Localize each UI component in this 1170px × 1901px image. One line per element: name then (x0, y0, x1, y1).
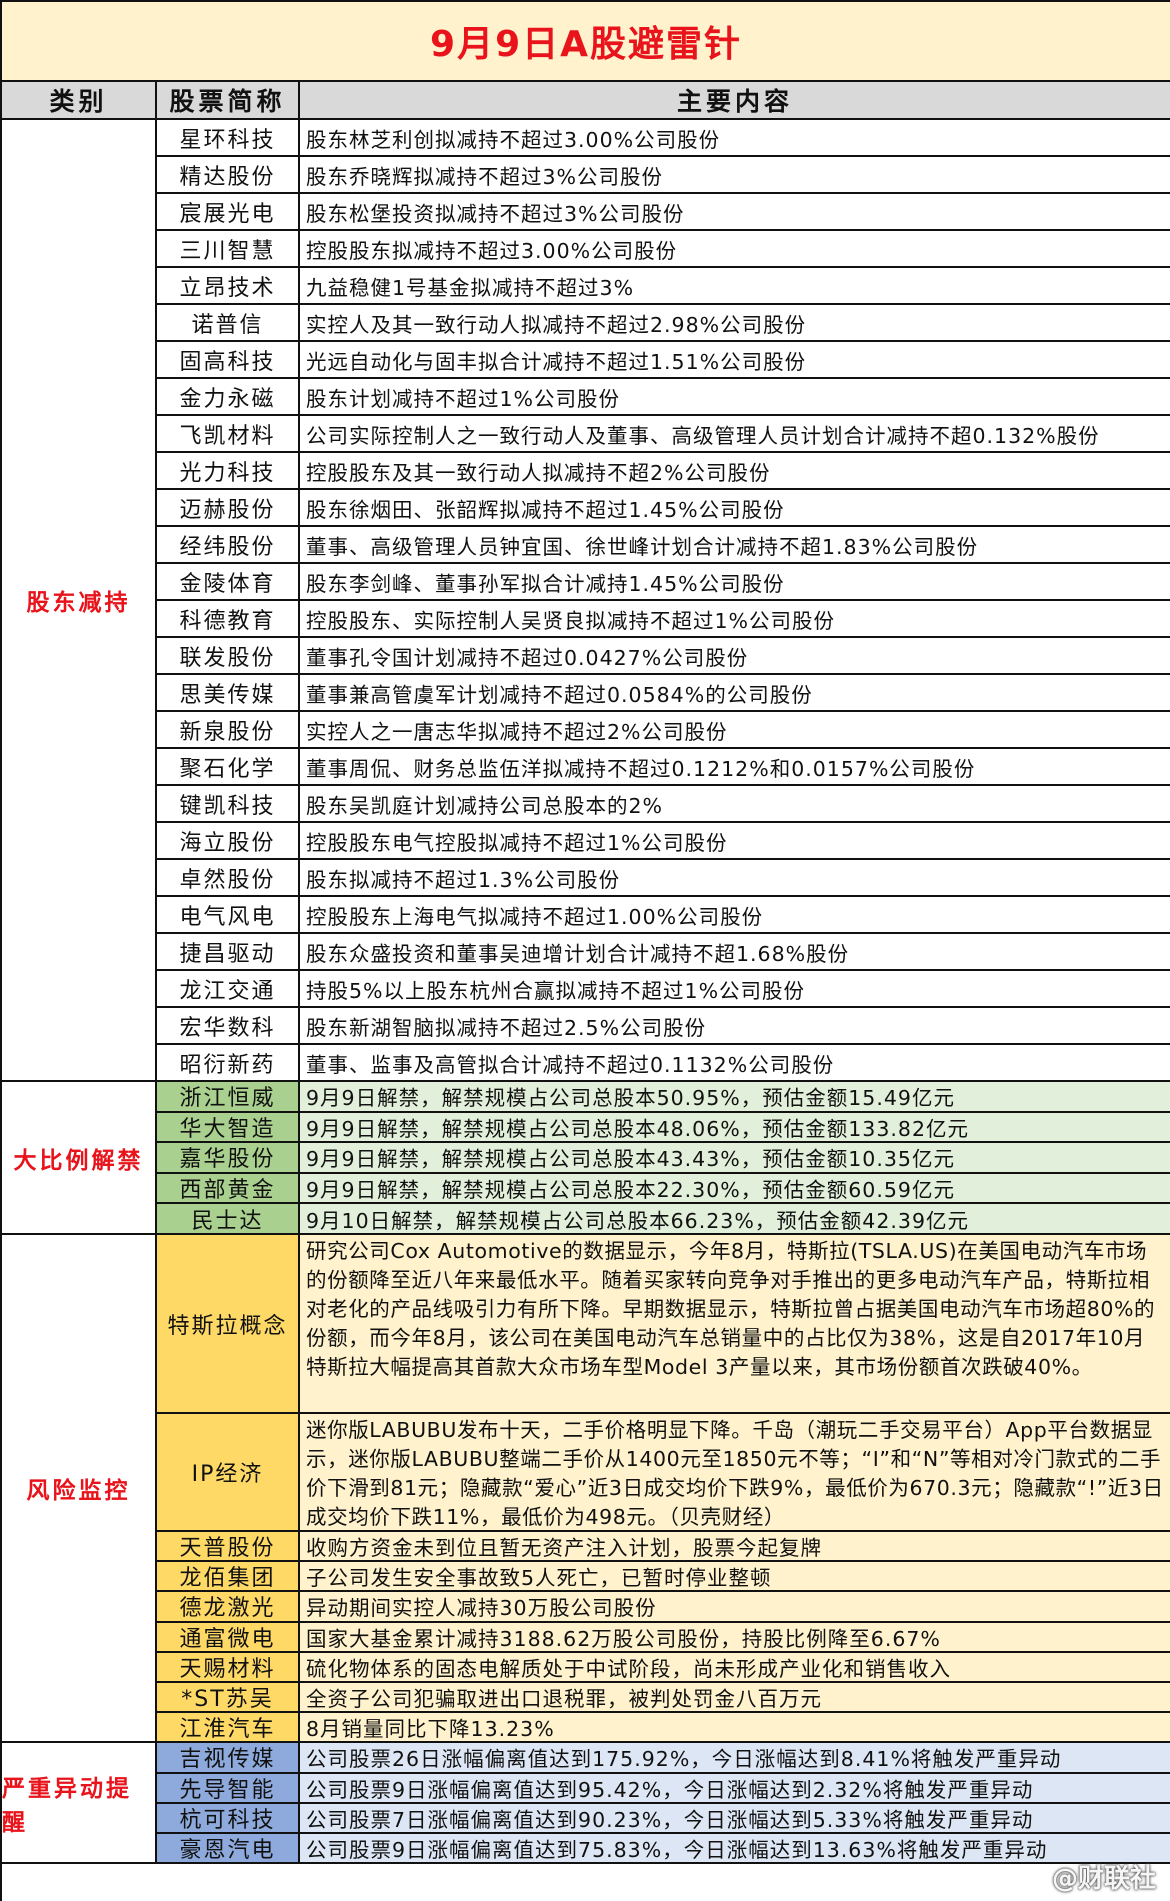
stock-name: 江淮汽车 (157, 1713, 300, 1744)
stock-name: 捷昌驱动 (157, 934, 300, 971)
row-content: 控股股东拟减持不超过3.00%公司股份 (300, 231, 1170, 268)
stock-name: 天普股份 (157, 1532, 300, 1563)
stock-name: 联发股份 (157, 638, 300, 675)
row-content: 控股股东上海电气拟减持不超过1.00%公司股份 (300, 897, 1170, 934)
row-content: 硫化物体系的固态电解质处于中试阶段，尚未形成产业化和销售收入 (300, 1652, 1170, 1683)
stock-name: 天赐材料 (157, 1652, 300, 1683)
row-content: 国家大基金累计减持3188.62万股公司股份，持股比例降至6.67% (300, 1622, 1170, 1653)
header-category: 类别 (2, 82, 157, 120)
stock-name: 迈赫股份 (157, 490, 300, 527)
row-content: 董事、监事及高管拟合计减持不超过0.1132%公司股份 (300, 1045, 1170, 1082)
stock-name: 嘉华股份 (157, 1143, 300, 1174)
row-content: 控股股东及其一致行动人拟减持不超2%公司股份 (300, 453, 1170, 490)
row-content: 股东徐烟田、张韶辉拟减持不超过1.45%公司股份 (300, 490, 1170, 527)
row-content: 董事、高级管理人员钟宜国、徐世峰计划合计减持不超1.83%公司股份 (300, 527, 1170, 564)
row-content: 董事周侃、财务总监伍洋拟减持不超过0.1212%和0.0157%公司股份 (300, 749, 1170, 786)
stock-name: 豪恩汽电 (157, 1834, 300, 1865)
row-content: 全资子公司犯骗取进出口退税罪，被判处罚金八百万元 (300, 1683, 1170, 1714)
row-content: 8月销量同比下降13.23% (300, 1713, 1170, 1744)
stock-name: 思美传媒 (157, 675, 300, 712)
stock-name: 龙佰集团 (157, 1562, 300, 1593)
stock-name: 先导智能 (157, 1773, 300, 1804)
row-content: 公司实际控制人之一致行动人及董事、高级管理人员计划合计减持不超0.132%股份 (300, 416, 1170, 453)
category-label: 风险监控 (2, 1235, 157, 1744)
stock-name: 德龙激光 (157, 1592, 300, 1623)
category-label: 大比例解禁 (2, 1082, 157, 1235)
stock-name: 杭可科技 (157, 1803, 300, 1834)
stock-name: 电气风电 (157, 897, 300, 934)
stock-name: 昭衍新药 (157, 1045, 300, 1082)
row-content: 股东乔晓辉拟减持不超过3%公司股份 (300, 157, 1170, 194)
stock-name: 金力永磁 (157, 379, 300, 416)
stock-name: 浙江恒威 (157, 1082, 300, 1113)
row-content: 实控人及其一致行动人拟减持不超过2.98%公司股份 (300, 305, 1170, 342)
stock-name: 民士达 (157, 1204, 300, 1235)
stock-name: 吉视传媒 (157, 1743, 300, 1774)
row-content: 公司股票9日涨幅偏离值达到75.83%，今日涨幅达到13.63%将触发严重异动 (300, 1834, 1170, 1865)
stock-name: 三川智慧 (157, 231, 300, 268)
row-content: 9月10日解禁，解禁规模占公司总股本66.23%，预估金额42.39亿元 (300, 1204, 1170, 1235)
row-content: 股东吴凯庭计划减持公司总股本的2% (300, 786, 1170, 823)
row-content: 股东计划减持不超过1%公司股份 (300, 379, 1170, 416)
stock-name: 星环科技 (157, 120, 300, 157)
category-label: 股东减持 (2, 120, 157, 1082)
stock-name: 立昂技术 (157, 268, 300, 305)
row-content: 9月9日解禁，解禁规模占公司总股本50.95%，预估金额15.49亿元 (300, 1082, 1170, 1113)
stock-name: 海立股份 (157, 823, 300, 860)
row-content: 股东林芝利创拟减持不超过3.00%公司股份 (300, 120, 1170, 157)
stock-name: 新泉股份 (157, 712, 300, 749)
stock-name: 西部黄金 (157, 1173, 300, 1205)
stock-name: 通富微电 (157, 1622, 300, 1653)
row-content: 股东众盛投资和董事吴迪增计划合计减持不超1.68%股份 (300, 934, 1170, 971)
stock-name: 飞凯材料 (157, 416, 300, 453)
stock-name: 宸展光电 (157, 194, 300, 231)
stock-name: 精达股份 (157, 157, 300, 194)
avoid-risk-table: 9月9日A股避雷针 类别 股票简称 主要内容 星环科技 股东林芝利创拟减持不超过3.00%… (0, 0, 1170, 1901)
row-content: 股东李剑峰、董事孙军拟合计减持1.45%公司股份 (300, 564, 1170, 601)
row-content: 9月9日解禁，解禁规模占公司总股本43.43%，预估金额10.35亿元 (300, 1143, 1170, 1174)
stock-name: 卓然股份 (157, 860, 300, 897)
stock-name: 华大智造 (157, 1112, 300, 1144)
row-content: 公司股票9日涨幅偏离值达到95.42%，今日涨幅达到2.32%将触发严重异动 (300, 1773, 1170, 1804)
row-content: 光远自动化与固丰拟合计减持不超过1.51%公司股份 (300, 342, 1170, 379)
row-content: 控股股东电气控股拟减持不超过1%公司股份 (300, 823, 1170, 860)
row-content: 股东新湖智脑拟减持不超过2.5%公司股份 (300, 1008, 1170, 1045)
row-content: 董事孔令国计划减持不超过0.0427%公司股份 (300, 638, 1170, 675)
header-content: 主要内容 (300, 82, 1170, 120)
stock-name: 诺普信 (157, 305, 300, 342)
row-content: 公司股票7日涨幅偏离值达到90.23%，今日涨幅达到5.33%将触发严重异动 (300, 1803, 1170, 1834)
row-content: 董事兼高管虞军计划减持不超过0.0584%的公司股份 (300, 675, 1170, 712)
stock-name: 宏华数科 (157, 1008, 300, 1045)
row-content: 收购方资金未到位且暂无资产注入计划，股票今起复牌 (300, 1532, 1170, 1563)
stock-name: 金陵体育 (157, 564, 300, 601)
stock-name: IP经济 (157, 1414, 300, 1532)
header-stock: 股票简称 (157, 82, 300, 120)
row-content: 9月9日解禁，解禁规模占公司总股本22.30%，预估金额60.59亿元 (300, 1173, 1170, 1205)
row-content: 研究公司Cox Automotive的数据显示，今年8月，特斯拉(TSLA.US… (300, 1235, 1170, 1414)
stock-name: 键凯科技 (157, 786, 300, 823)
row-content: 迷你版LABUBU发布十天，二手价格明显下降。千岛（潮玩二手交易平台）App平台… (300, 1414, 1170, 1532)
row-content: 实控人之一唐志华拟减持不超过2%公司股份 (300, 712, 1170, 749)
stock-name: 聚石化学 (157, 749, 300, 786)
row-content: 子公司发生安全事故致5人死亡，已暂时停业整顿 (300, 1562, 1170, 1593)
stock-name: 龙江交通 (157, 971, 300, 1008)
row-content: 公司股票26日涨幅偏离值达到175.92%，今日涨幅达到8.41%将触发严重异动 (300, 1743, 1170, 1774)
stock-name: 经纬股份 (157, 527, 300, 564)
stock-name: 光力科技 (157, 453, 300, 490)
row-content: 持股5%以上股东杭州合赢拟减持不超过1%公司股份 (300, 971, 1170, 1008)
row-content: 异动期间实控人减持30万股公司股份 (300, 1592, 1170, 1623)
row-content: 9月9日解禁，解禁规模占公司总股本48.06%，预估金额133.82亿元 (300, 1112, 1170, 1144)
stock-name: 固高科技 (157, 342, 300, 379)
stock-name: *ST苏吴 (157, 1683, 300, 1714)
row-content: 控股股东、实际控制人吴贤良拟减持不超过1%公司股份 (300, 601, 1170, 638)
category-label: 严重异动提醒 (2, 1743, 157, 1865)
row-content: 股东松堡投资拟减持不超过3%公司股份 (300, 194, 1170, 231)
page-title: 9月9日A股避雷针 (2, 0, 1170, 82)
row-content: 股东拟减持不超过1.3%公司股份 (300, 860, 1170, 897)
stock-name: 特斯拉概念 (157, 1235, 300, 1414)
stock-name: 科德教育 (157, 601, 300, 638)
row-content: 九益稳健1号基金拟减持不超过3% (300, 268, 1170, 305)
